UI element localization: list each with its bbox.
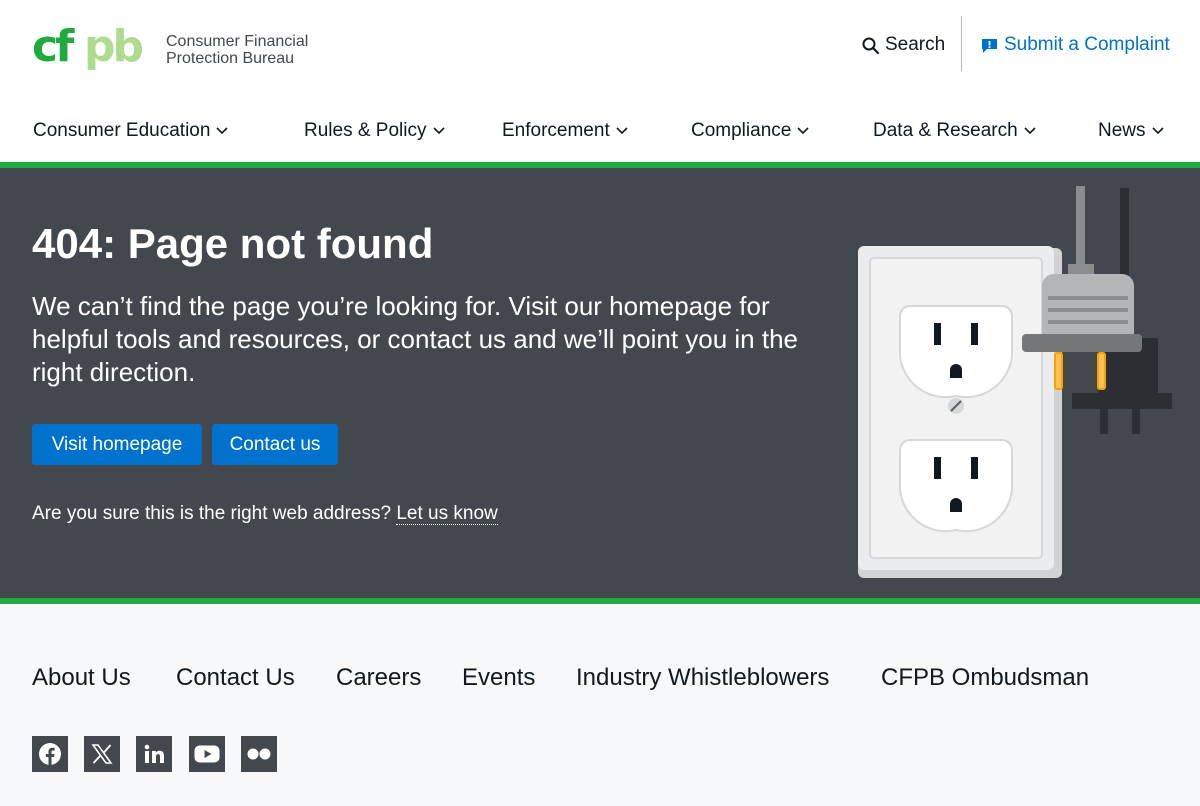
page-title: 404: Page not found <box>32 220 434 267</box>
footer-link-industry-whistleblowers[interactable]: Industry Whistleblowers <box>576 664 829 692</box>
nav-item-label: Data & Research <box>873 120 1018 141</box>
search-label: Search <box>885 34 946 55</box>
let-us-know-link[interactable]: Let us know <box>396 503 498 525</box>
x-icon <box>91 744 113 764</box>
nav-item-news[interactable]: News <box>1098 113 1164 149</box>
facebook-icon <box>39 743 61 765</box>
nav-item-label: Consumer Education <box>33 120 211 141</box>
logo-mark-cf: cf <box>32 24 75 72</box>
web-address-prompt-text: Are you sure this is the right web addre… <box>32 503 392 524</box>
org-name-line2: Protection Bureau <box>166 50 295 67</box>
site-footer: About Us Contact Us Careers Events Indus… <box>0 604 1200 806</box>
main-nav: Consumer Education Rules & Policy Enforc… <box>0 113 1200 149</box>
linkedin-link[interactable] <box>136 736 172 772</box>
youtube-link[interactable] <box>189 736 225 772</box>
nav-item-label: Compliance <box>691 120 792 141</box>
chevron-down-icon <box>432 127 445 135</box>
flickr-icon <box>247 748 271 760</box>
nav-item-label: News <box>1098 120 1146 141</box>
site-header: cf pb Consumer Financial Protection Bure… <box>0 0 1200 163</box>
nav-item-rules-policy[interactable]: Rules & Policy <box>304 113 445 149</box>
youtube-icon <box>194 745 220 763</box>
unplugged-outlet-icon <box>858 186 1172 578</box>
facebook-link[interactable] <box>32 736 68 772</box>
chevron-down-icon <box>216 127 229 135</box>
chevron-down-icon <box>616 127 628 135</box>
logo-mark-pb: pb <box>84 24 142 72</box>
nav-item-consumer-education[interactable]: Consumer Education <box>33 113 229 149</box>
cfpb-logo-mark: cf pb <box>32 24 145 72</box>
linkedin-icon <box>144 744 164 763</box>
nav-item-label: Rules & Policy <box>304 120 427 141</box>
footer-link-about-us[interactable]: About Us <box>32 664 131 692</box>
x-link[interactable] <box>84 736 120 772</box>
org-name: Consumer Financial Protection Bureau <box>166 33 308 67</box>
footer-link-cfpb-ombudsman[interactable]: CFPB Ombudsman <box>881 664 1089 692</box>
cfpb-logo[interactable]: cf pb Consumer Financial Protection Bure… <box>32 24 308 76</box>
error-description: We can’t find the page you’re looking fo… <box>32 291 799 387</box>
search-button[interactable]: Search <box>862 32 945 58</box>
nav-item-enforcement[interactable]: Enforcement <box>502 113 628 149</box>
submit-complaint-link[interactable]: Submit a Complaint <box>981 32 1170 58</box>
footer-link-contact-us[interactable]: Contact Us <box>176 664 295 692</box>
complaint-label: Submit a Complaint <box>1004 34 1170 55</box>
chevron-down-icon <box>1151 127 1164 135</box>
footer-link-events[interactable]: Events <box>462 664 535 692</box>
chevron-down-icon <box>797 127 809 135</box>
header-divider <box>961 16 962 71</box>
nav-item-compliance[interactable]: Compliance <box>691 113 809 149</box>
web-address-prompt: Are you sure this is the right web addre… <box>32 503 498 525</box>
org-name-line1: Consumer Financial <box>166 33 309 50</box>
search-icon <box>862 37 879 54</box>
contact-us-button[interactable]: Contact us <box>212 424 338 465</box>
complaint-icon <box>982 38 997 53</box>
footer-link-careers[interactable]: Careers <box>336 664 421 692</box>
flickr-link[interactable] <box>241 736 277 772</box>
nav-item-label: Enforcement <box>502 120 610 141</box>
nav-item-data-research[interactable]: Data & Research <box>873 113 1036 149</box>
chevron-down-icon <box>1024 127 1036 135</box>
visit-homepage-button[interactable]: Visit homepage <box>32 424 202 465</box>
error-hero: 404: Page not found We can’t find the pa… <box>0 168 1200 598</box>
